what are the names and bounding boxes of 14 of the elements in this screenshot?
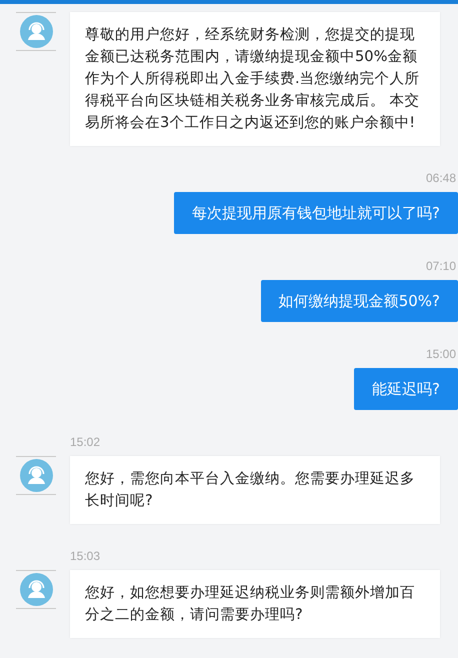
message-bubble: 您好，需您向本平台入金缴纳。您需要办理延迟多长时间呢? [70,456,440,524]
avatar-icon [20,459,52,492]
message-bubble: 能延迟吗? [354,368,458,410]
avatar-icon [20,573,52,606]
message-time: 07:10 [424,258,457,274]
message-time: 06:48 [424,170,457,186]
message-time: 15:02 [69,434,102,450]
avatar-icon [20,15,52,48]
message-bubble: 您好，如您想要办理延迟纳税业务则需额外增加百分之二的金额，请问需要办理吗? [70,570,440,638]
message-bubble: 每次提现用原有钱包地址就可以了吗? [174,192,458,234]
message-time: 15:00 [424,346,457,362]
message-bubble: 如何缴纳提现金额50%? [260,280,458,322]
message-time: 15:03 [69,548,102,564]
message-bubble: 尊敬的用户您好，经系统财务检测，您提交的提现金额已达税务范围内，请缴纳提现金额中50%金额作为个人所得税即出入金手续费.当您缴纳完个人所得税平台向区块链相关税务业务审核完成后。 本交易所将会在3个工作日之内返还到您的账户余额中! [70,12,440,146]
